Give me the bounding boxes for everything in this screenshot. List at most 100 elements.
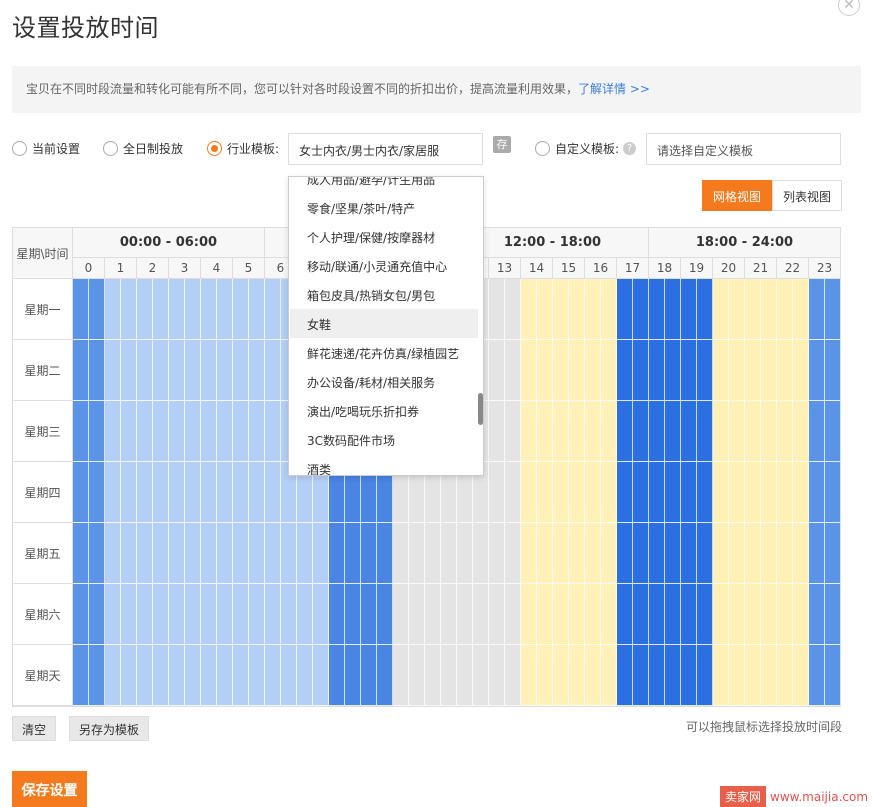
time-slot-cell[interactable] [537, 584, 553, 645]
time-slot-cell[interactable] [153, 523, 169, 584]
time-slot-cell[interactable] [521, 584, 537, 645]
time-slot-cell[interactable] [121, 584, 137, 645]
time-slot-cell[interactable] [745, 340, 761, 401]
time-slot-cell[interactable] [665, 523, 681, 584]
time-slot-cell[interactable] [105, 645, 121, 706]
time-slot-cell[interactable] [441, 523, 457, 584]
time-slot-cell[interactable] [793, 340, 809, 401]
time-slot-cell[interactable] [233, 340, 249, 401]
dropdown-option[interactable]: 女鞋 [290, 309, 478, 338]
time-slot-cell[interactable] [569, 584, 585, 645]
time-slot-cell[interactable] [169, 340, 185, 401]
time-slot-cell[interactable] [633, 401, 649, 462]
time-slot-cell[interactable] [553, 645, 569, 706]
time-slot-cell[interactable] [617, 523, 633, 584]
time-slot-cell[interactable] [585, 279, 601, 340]
time-slot-cell[interactable] [521, 645, 537, 706]
time-slot-cell[interactable] [713, 340, 729, 401]
time-slot-cell[interactable] [585, 340, 601, 401]
time-slot-cell[interactable] [537, 462, 553, 523]
time-slot-cell[interactable] [329, 645, 345, 706]
time-slot-cell[interactable] [185, 584, 201, 645]
time-slot-cell[interactable] [633, 462, 649, 523]
time-slot-cell[interactable] [489, 279, 505, 340]
time-slot-cell[interactable] [281, 523, 297, 584]
custom-template-select[interactable]: 请选择自定义模板 [646, 133, 841, 165]
time-slot-cell[interactable] [553, 523, 569, 584]
time-slot-cell[interactable] [249, 340, 265, 401]
time-slot-cell[interactable] [633, 340, 649, 401]
time-slot-cell[interactable] [441, 584, 457, 645]
time-slot-cell[interactable] [233, 462, 249, 523]
time-slot-cell[interactable] [121, 645, 137, 706]
time-slot-cell[interactable] [169, 584, 185, 645]
time-slot-cell[interactable] [249, 645, 265, 706]
time-slot-cell[interactable] [713, 645, 729, 706]
time-slot-cell[interactable] [249, 279, 265, 340]
time-slot-cell[interactable] [585, 401, 601, 462]
time-slot-cell[interactable] [393, 584, 409, 645]
time-slot-cell[interactable] [393, 523, 409, 584]
time-slot-cell[interactable] [281, 645, 297, 706]
clear-button[interactable]: 清空 [12, 716, 57, 741]
dropdown-option[interactable]: 零食/坚果/茶叶/特产 [290, 193, 478, 222]
time-slot-cell[interactable] [713, 401, 729, 462]
time-slot-cell[interactable] [729, 401, 745, 462]
time-slot-cell[interactable] [793, 645, 809, 706]
dropdown-option[interactable]: 办公设备/耗材/相关服务 [290, 367, 478, 396]
time-slot-cell[interactable] [265, 645, 281, 706]
time-slot-cell[interactable] [89, 340, 105, 401]
industry-dropdown-list[interactable]: 成人用品/避孕/计生用品 零食/坚果/茶叶/特产 个人护理/保健/按摩器材 移动/联通… [288, 176, 484, 476]
radio-current-setting[interactable]: 当前设置 [12, 140, 80, 157]
time-slot-cell[interactable] [617, 462, 633, 523]
time-slot-cell[interactable] [521, 340, 537, 401]
time-slot-cell[interactable] [777, 340, 793, 401]
time-slot-cell[interactable] [185, 645, 201, 706]
time-slot-cell[interactable] [809, 401, 825, 462]
time-slot-cell[interactable] [729, 523, 745, 584]
time-slot-cell[interactable] [665, 462, 681, 523]
time-slot-cell[interactable] [681, 401, 697, 462]
time-slot-cell[interactable] [409, 584, 425, 645]
time-slot-cell[interactable] [73, 462, 89, 523]
time-slot-cell[interactable] [649, 462, 665, 523]
time-slot-cell[interactable] [249, 462, 265, 523]
time-slot-cell[interactable] [73, 340, 89, 401]
time-slot-cell[interactable] [649, 401, 665, 462]
time-slot-cell[interactable] [505, 645, 521, 706]
time-slot-cell[interactable] [217, 279, 233, 340]
radio-industry-template[interactable]: 行业模板: [207, 140, 279, 157]
time-slot-cell[interactable] [249, 401, 265, 462]
time-slot-cell[interactable] [617, 279, 633, 340]
time-slot-cell[interactable] [217, 523, 233, 584]
time-slot-cell[interactable] [137, 584, 153, 645]
time-slot-cell[interactable] [489, 340, 505, 401]
time-slot-cell[interactable] [761, 523, 777, 584]
time-slot-cell[interactable] [121, 279, 137, 340]
time-slot-cell[interactable] [201, 340, 217, 401]
time-slot-cell[interactable] [553, 340, 569, 401]
time-slot-cell[interactable] [265, 462, 281, 523]
time-slot-cell[interactable] [681, 340, 697, 401]
time-slot-cell[interactable] [489, 462, 505, 523]
time-slot-cell[interactable] [361, 645, 377, 706]
time-slot-cell[interactable] [777, 523, 793, 584]
time-slot-cell[interactable] [345, 584, 361, 645]
time-slot-cell[interactable] [697, 279, 713, 340]
time-slot-cell[interactable] [617, 584, 633, 645]
time-slot-cell[interactable] [681, 279, 697, 340]
time-slot-cell[interactable] [681, 584, 697, 645]
time-slot-cell[interactable] [713, 523, 729, 584]
learn-more-link[interactable]: 了解详情 >> [578, 82, 650, 96]
time-slot-cell[interactable] [617, 645, 633, 706]
time-slot-cell[interactable] [697, 523, 713, 584]
time-slot-cell[interactable] [521, 401, 537, 462]
dropdown-option[interactable]: 鲜花速递/花卉仿真/绿植园艺 [290, 338, 478, 367]
time-slot-cell[interactable] [361, 584, 377, 645]
time-slot-cell[interactable] [121, 462, 137, 523]
time-slot-cell[interactable] [473, 523, 489, 584]
time-slot-cell[interactable] [777, 584, 793, 645]
time-slot-cell[interactable] [73, 401, 89, 462]
time-slot-cell[interactable] [809, 340, 825, 401]
time-slot-cell[interactable] [825, 462, 841, 523]
